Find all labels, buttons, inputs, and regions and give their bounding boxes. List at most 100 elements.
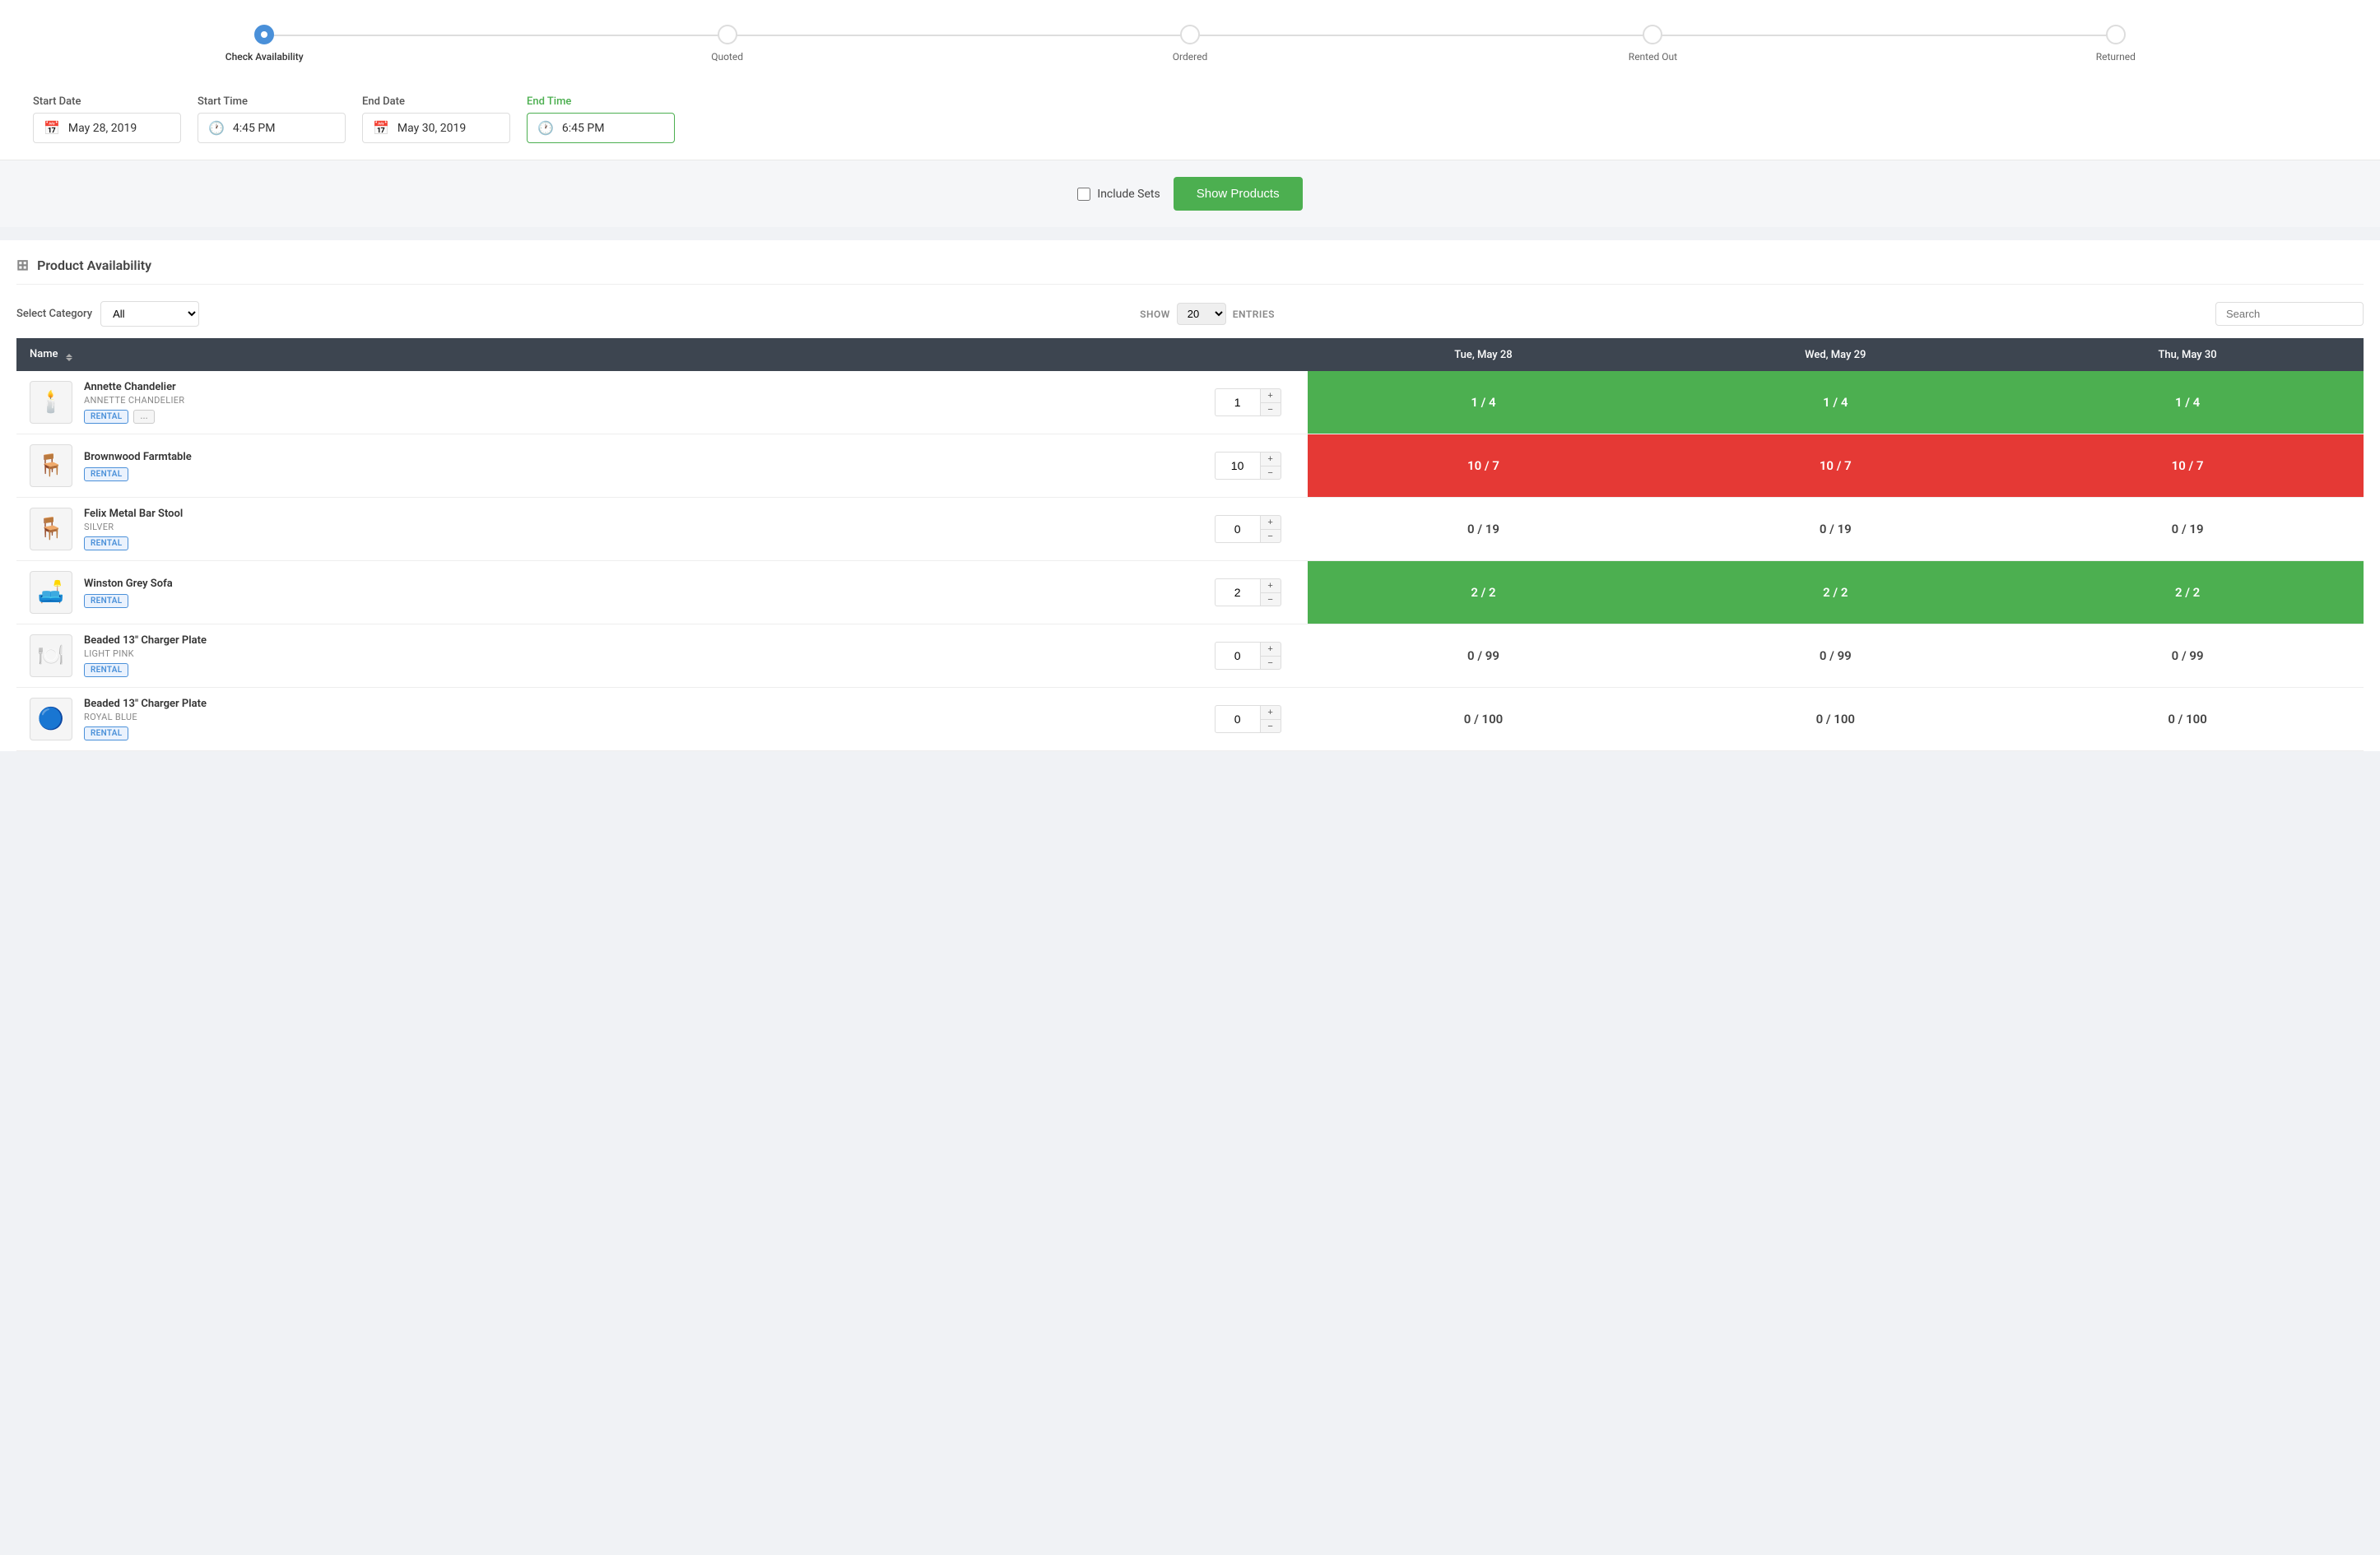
avail-d3-value: 0 / 99 — [2011, 630, 2364, 681]
qty-cell: + − — [1202, 452, 1295, 480]
qty-input[interactable] — [1215, 388, 1260, 416]
tags: RENTAL — [84, 536, 183, 550]
qty-increment-button[interactable]: + — [1260, 388, 1281, 402]
product-cell-5: 🍽️ Beaded 13" Charger Plate light pink R… — [16, 624, 1308, 688]
tag: ... — [133, 410, 154, 424]
product-icon: 🛋️ — [38, 580, 64, 605]
avail-d2-value: 0 / 100 — [1659, 694, 2011, 745]
product-thumb: 🍽️ — [30, 634, 72, 677]
col-date1: Tue, May 28 — [1308, 338, 1660, 371]
start-date-input[interactable]: 📅 May 28, 2019 — [33, 113, 181, 143]
qty-input[interactable] — [1215, 452, 1260, 480]
table-row: 🕯️ Annette Chandelier ANNETTE CHANDELIER… — [16, 371, 2364, 434]
product-icon: 🪑 — [38, 517, 64, 541]
qty-cell: + − — [1202, 388, 1295, 416]
table-row: 🪑 Felix Metal Bar Stool silver RENTAL + … — [16, 498, 2364, 561]
product-name: Annette Chandelier — [84, 381, 184, 393]
avail-d1-cell-4: 2 / 2 — [1308, 561, 1660, 624]
product-info: Beaded 13" Charger Plate light pink RENT… — [84, 634, 207, 677]
qty-control: + − — [1215, 642, 1281, 670]
avail-d2-cell-6: 0 / 100 — [1659, 688, 2011, 751]
end-time-input[interactable]: 🕐 6:45 PM — [527, 113, 675, 143]
stepper-circle-1 — [254, 25, 274, 44]
clock-icon-end: 🕐 — [537, 120, 554, 136]
entries-select[interactable]: 10 20 50 100 — [1177, 303, 1226, 325]
tags: RENTAL — [84, 467, 192, 481]
qty-increment-button[interactable]: + — [1260, 642, 1281, 656]
show-label: SHOW — [1140, 309, 1170, 320]
sort-icon-name[interactable] — [66, 354, 72, 361]
stepper-step-ordered[interactable]: Ordered — [959, 25, 1421, 63]
end-date-input[interactable]: 📅 May 30, 2019 — [362, 113, 510, 143]
avail-d3-cell-3: 0 / 19 — [2011, 498, 2364, 561]
tag: RENTAL — [84, 536, 128, 550]
avail-d2-value: 10 / 7 — [1659, 440, 2011, 491]
avail-d1-value: 1 / 4 — [1308, 377, 1660, 428]
product-name: Felix Metal Bar Stool — [84, 508, 183, 520]
qty-increment-button[interactable]: + — [1260, 578, 1281, 592]
qty-increment-button[interactable]: + — [1260, 452, 1281, 466]
qty-input[interactable] — [1215, 578, 1260, 606]
stepper-circle-2 — [718, 25, 737, 44]
qty-control: + − — [1215, 578, 1281, 606]
product-name: Brownwood Farmtable — [84, 451, 192, 463]
end-time-label: End Time — [527, 95, 675, 108]
qty-cell: + − — [1202, 515, 1295, 543]
qty-input[interactable] — [1215, 642, 1260, 670]
avail-d1-value: 0 / 19 — [1308, 504, 1660, 555]
end-time-value: 6:45 PM — [562, 122, 605, 135]
avail-d1-value: 10 / 7 — [1308, 440, 1660, 491]
avail-d3-value: 2 / 2 — [2011, 567, 2364, 618]
qty-decrement-button[interactable]: − — [1260, 592, 1281, 606]
product-thumb: 🕯️ — [30, 381, 72, 424]
qty-input[interactable] — [1215, 515, 1260, 543]
product-sub: light pink — [84, 648, 207, 659]
table-row: 🍽️ Beaded 13" Charger Plate light pink R… — [16, 624, 2364, 688]
qty-decrement-button[interactable]: − — [1260, 466, 1281, 480]
start-time-group: Start Time 🕐 4:45 PM — [198, 95, 346, 143]
qty-decrement-button[interactable]: − — [1260, 402, 1281, 416]
avail-d1-cell-3: 0 / 19 — [1308, 498, 1660, 561]
qty-input[interactable] — [1215, 705, 1260, 733]
end-date-value: May 30, 2019 — [397, 122, 466, 135]
avail-d3-cell-5: 0 / 99 — [2011, 624, 2364, 688]
avail-d1-value: 0 / 99 — [1308, 630, 1660, 681]
avail-d1-cell-5: 0 / 99 — [1308, 624, 1660, 688]
stepper-step-check-availability[interactable]: Check Availability — [33, 25, 495, 63]
qty-increment-button[interactable]: + — [1260, 705, 1281, 719]
clock-icon-start: 🕐 — [208, 120, 225, 136]
section-title-text: Product Availability — [37, 258, 151, 273]
stepper-label-3: Ordered — [1173, 51, 1207, 63]
qty-decrement-button[interactable]: − — [1260, 656, 1281, 670]
qty-control: + − — [1215, 452, 1281, 480]
stepper-step-returned[interactable]: Returned — [1885, 25, 2347, 63]
product-cell-6: 🔵 Beaded 13" Charger Plate royal blue RE… — [16, 688, 1308, 751]
stepper-label-1: Check Availability — [225, 51, 304, 63]
product-thumb: 🪑 — [30, 508, 72, 550]
product-info: Beaded 13" Charger Plate royal blue RENT… — [84, 698, 207, 740]
start-time-input[interactable]: 🕐 4:45 PM — [198, 113, 346, 143]
stepper-step-quoted[interactable]: Quoted — [495, 25, 958, 63]
avail-d2-cell-1: 1 / 4 — [1659, 371, 2011, 434]
show-products-button[interactable]: Show Products — [1174, 177, 1303, 211]
date-fields: Start Date 📅 May 28, 2019 Start Time 🕐 4… — [33, 95, 2347, 143]
table-row: 🪑 Brownwood Farmtable RENTAL + − 10 / 71… — [16, 434, 2364, 498]
col-name-label: Name — [30, 348, 58, 360]
qty-cell: + − — [1202, 578, 1295, 606]
qty-buttons: + − — [1260, 515, 1281, 543]
include-sets-checkbox-label[interactable]: Include Sets — [1077, 188, 1160, 201]
avail-d3-value: 1 / 4 — [2011, 377, 2364, 428]
qty-increment-button[interactable]: + — [1260, 515, 1281, 529]
product-sub: royal blue — [84, 712, 207, 722]
tag: RENTAL — [84, 663, 128, 677]
calendar-icon-start: 📅 — [44, 120, 60, 136]
include-sets-label: Include Sets — [1097, 188, 1160, 201]
category-select[interactable]: All Furniture Tableware Lighting — [100, 301, 199, 327]
search-input[interactable] — [2215, 302, 2364, 326]
start-date-label: Start Date — [33, 95, 181, 108]
stepper-step-rented-out[interactable]: Rented Out — [1421, 25, 1884, 63]
qty-decrement-button[interactable]: − — [1260, 529, 1281, 543]
include-sets-checkbox[interactable] — [1077, 188, 1090, 201]
product-cell-1: 🕯️ Annette Chandelier ANNETTE CHANDELIER… — [16, 371, 1308, 434]
qty-decrement-button[interactable]: − — [1260, 719, 1281, 733]
